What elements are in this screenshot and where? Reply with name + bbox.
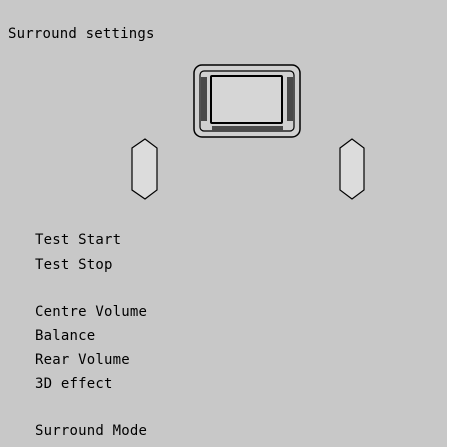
menu-item-rear-volume[interactable]: Rear Volume [35,352,130,368]
menu-item-test-start[interactable]: Test Start [35,232,121,248]
left-speaker-icon [131,138,158,200]
menu-item-3d-effect[interactable]: 3D effect [35,376,113,392]
menu-item-balance[interactable]: Balance [35,328,95,344]
tv-icon [193,64,301,138]
right-speaker-icon [339,138,365,200]
surround-settings-panel: Surround settings Test Start Test Stop C… [0,0,447,447]
menu-item-surround-mode[interactable]: Surround Mode [35,423,147,439]
menu-item-centre-volume[interactable]: Centre Volume [35,304,147,320]
menu-item-test-stop[interactable]: Test Stop [35,257,113,273]
